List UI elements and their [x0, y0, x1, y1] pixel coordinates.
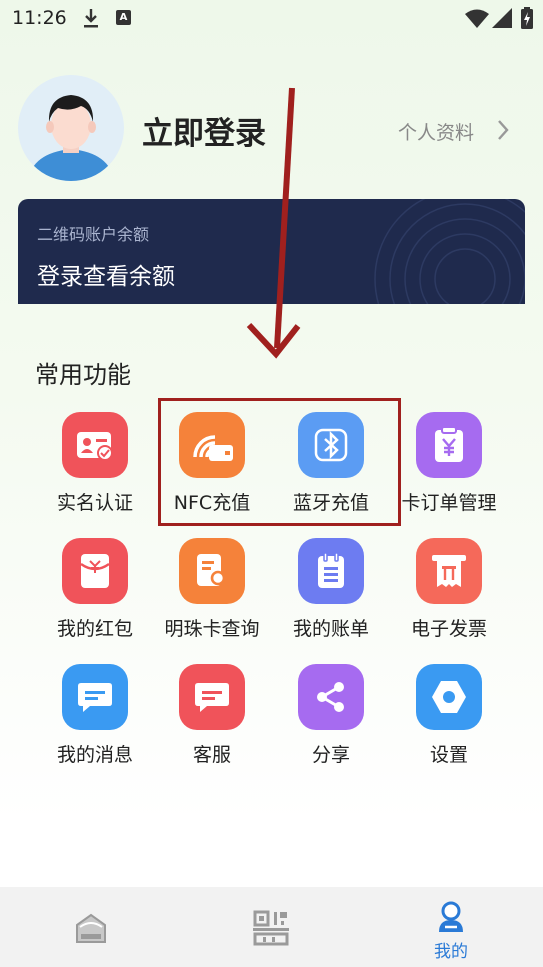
person-icon — [439, 901, 463, 932]
red-envelope-icon — [62, 538, 128, 604]
signal-icon — [492, 8, 512, 28]
login-title[interactable]: 立即登录 — [142, 108, 266, 153]
message-icon — [62, 664, 128, 730]
avatar[interactable] — [18, 75, 124, 181]
status-time: 11:26 — [12, 7, 67, 29]
share-icon — [298, 664, 364, 730]
func-label: 设置 — [429, 744, 468, 766]
highlight-box — [158, 398, 401, 526]
user-avatar-icon — [28, 95, 114, 181]
func-settings[interactable]: 设置 — [389, 664, 509, 774]
nav-mine-label: 我的 — [434, 942, 468, 962]
yuan-order-icon — [416, 412, 482, 478]
nav-home[interactable] — [30, 887, 150, 967]
card-decoration — [374, 199, 525, 304]
invoice-icon — [416, 538, 482, 604]
a-badge-icon: A — [116, 10, 131, 25]
func-my-messages[interactable]: 我的消息 — [35, 664, 155, 774]
func-real-name-auth[interactable]: 实名认证 — [35, 412, 155, 522]
bill-icon — [298, 538, 364, 604]
id-card-icon — [62, 412, 128, 478]
battery-charging-icon — [521, 7, 533, 29]
settings-icon — [416, 664, 482, 730]
status-bar: 11:26 A — [0, 0, 543, 38]
nav-mine[interactable]: 我的 — [391, 887, 511, 967]
func-label: 电子发票 — [410, 618, 487, 640]
balance-value[interactable]: 登录查看余额 — [37, 257, 175, 291]
func-customer-service[interactable]: 客服 — [152, 664, 272, 774]
bottom-nav: 我的 — [0, 887, 543, 967]
nav-scan[interactable] — [211, 887, 331, 967]
qr-code-icon — [253, 910, 289, 946]
func-red-envelope[interactable]: 我的红包 — [35, 538, 155, 648]
home-icon — [76, 913, 106, 943]
chevron-right-icon[interactable] — [496, 119, 510, 141]
func-my-bill[interactable]: 我的账单 — [271, 538, 391, 648]
func-share[interactable]: 分享 — [271, 664, 391, 774]
profile-link[interactable]: 个人资料 — [398, 118, 474, 145]
customer-service-icon — [179, 664, 245, 730]
func-e-invoice[interactable]: 电子发票 — [389, 538, 509, 648]
func-card-query[interactable]: 明珠卡查询 — [152, 538, 272, 648]
balance-label: 二维码账户余额 — [37, 225, 150, 244]
section-title: 常用功能 — [35, 361, 131, 389]
download-icon — [84, 9, 98, 28]
balance-card[interactable]: 二维码账户余额 登录查看余额 — [18, 199, 525, 304]
wifi-icon — [465, 9, 489, 28]
card-search-icon — [179, 538, 245, 604]
func-card-order[interactable]: 卡订单管理 — [389, 412, 509, 522]
